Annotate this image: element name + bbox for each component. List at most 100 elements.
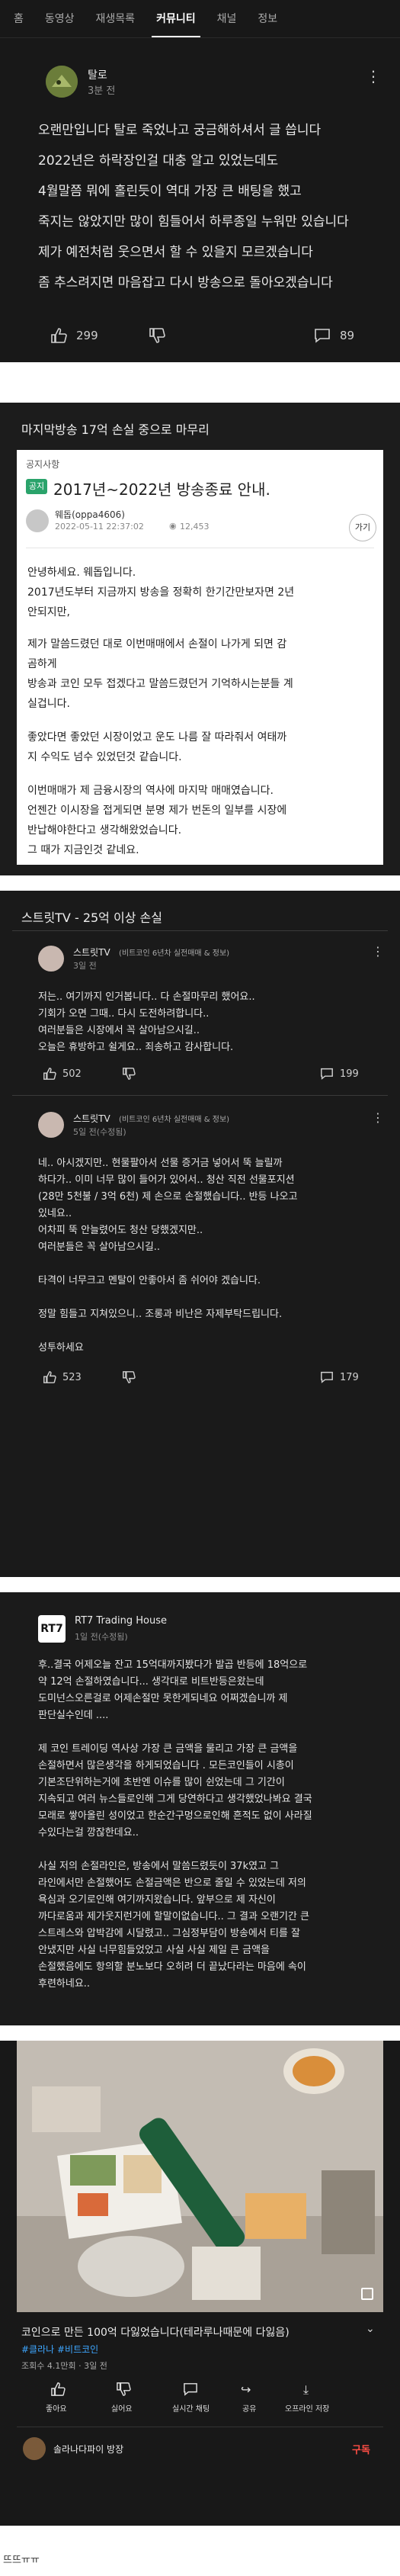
dislike-action[interactable] bbox=[122, 1068, 145, 1080]
thumbs-up-icon[interactable] bbox=[43, 1371, 56, 1383]
streettv-posts-card: 스트릿TV - 25억 이상 손실 스트릿TV (비트코인 6년차 실전매매 &… bbox=[0, 891, 400, 1577]
thumbs-down-icon[interactable] bbox=[116, 2382, 137, 2399]
avatar[interactable] bbox=[46, 66, 78, 98]
video-hashtags[interactable]: #클라나 #비트코인 bbox=[21, 2343, 98, 2356]
post-line: 모래로 쌓아올린 성이었고 한순간구멍으로인해 흔적도 없이 사라질 bbox=[38, 1810, 312, 1822]
tab-community[interactable]: 커뮤니티 bbox=[146, 0, 206, 37]
notice-line: 이번매매가 제 금융시장의 역사에 마지막 매매였습니다. bbox=[27, 785, 274, 797]
post-author[interactable]: RT7 Trading House bbox=[75, 1615, 167, 1627]
like-action[interactable]: 523 bbox=[43, 1371, 82, 1383]
post-author-sub: (비트코인 6년차 실전매매 & 정보) bbox=[119, 1116, 230, 1124]
post-line: 기본조단위하는거에 초반엔 이슈를 많이 쉰었는데 그 기간이 bbox=[38, 1777, 285, 1788]
video-title: 코인으로 만든 100억 다잃었습니다(테라루나때문에 다잃음) bbox=[21, 2327, 290, 2339]
post-time: 3분 전 bbox=[88, 85, 116, 97]
comment-icon[interactable] bbox=[320, 1371, 334, 1383]
community-post-card: 홈 동영상 재생목록 커뮤니티 채널 정보 탈로 3분 전 ⋮ 오랜만입니다 탈… bbox=[0, 0, 400, 362]
post-line: 약 12억 손절하였습니다... 생각대로 비트반등은왔는데 bbox=[38, 1676, 264, 1688]
notice-line: 반납해야한다고 생각해왔었습니다. bbox=[27, 824, 182, 837]
post-line: 후련하네요.. bbox=[38, 1978, 91, 1990]
post-time: 1일 전(수정됨) bbox=[75, 1632, 128, 1642]
post-line: 도미넌스오른걸로 어제손절만 못한게되네요 어쩌겠습니까 제 bbox=[38, 1693, 288, 1704]
comment-action[interactable]: 179 bbox=[320, 1371, 359, 1383]
more-options-icon[interactable]: ⋮ bbox=[372, 944, 384, 959]
dislike-label[interactable]: 싫어요 bbox=[111, 2402, 133, 2414]
like-count: 523 bbox=[62, 1371, 82, 1383]
like-action[interactable]: 299 bbox=[50, 328, 98, 343]
notice-line: 언젠간 이시장을 접게되면 분명 제가 번돈의 일부를 시장에 bbox=[27, 805, 287, 817]
video-thumbnail[interactable] bbox=[17, 2041, 383, 2312]
fullscreen-icon[interactable] bbox=[361, 2288, 373, 2300]
post-line: 2022년은 하락장인걸 대충 알고 있었는데도 bbox=[38, 153, 279, 169]
post-time: 5일 전(수정됨) bbox=[73, 1127, 126, 1137]
tab-channels[interactable]: 채널 bbox=[206, 0, 248, 37]
views-icon: ◉ bbox=[169, 521, 177, 531]
table-scene-illustration bbox=[17, 2041, 383, 2312]
post-line: 오늘은 휴방하고 쉴게요.. 죄송하고 감사합니다. bbox=[38, 1042, 234, 1053]
comment-icon[interactable] bbox=[314, 328, 331, 343]
post-line: 4월말쯤 뭐에 홀린듯이 역대 가장 큰 배팅을 했고 bbox=[38, 184, 302, 199]
comment-icon[interactable] bbox=[320, 1068, 334, 1080]
notice-line: 곰하게 bbox=[27, 658, 57, 670]
avatar[interactable] bbox=[23, 2437, 46, 2460]
post-line: 타격이 너무크고 멘탈이 안좋아서 좀 쉬어야 겠습니다. bbox=[38, 1275, 261, 1286]
dislike-action[interactable] bbox=[122, 1371, 145, 1383]
comment-action[interactable]: 89 bbox=[314, 328, 354, 343]
rt7-logo[interactable]: RT7 bbox=[38, 1615, 66, 1643]
post-author[interactable]: 스트릿TV bbox=[73, 1112, 110, 1125]
avatar[interactable] bbox=[26, 509, 49, 532]
post-line: 죽지는 않았지만 많이 힘들어서 하루종일 누워만 있습니다 bbox=[38, 214, 349, 230]
tab-home[interactable]: 홈 bbox=[3, 0, 34, 37]
post-line: 손절했음에도 항의할 분노보다 오히려 더 끝났다라는 마음에 속이 bbox=[38, 1961, 306, 1973]
channel-name[interactable]: 솔라나다파이 방장 bbox=[53, 2443, 123, 2456]
card-header: 마지막방송 17억 손실 중으로 마무리 bbox=[21, 422, 210, 437]
comment-action[interactable]: 199 bbox=[320, 1068, 359, 1080]
post-time: 3일 전 bbox=[73, 961, 97, 971]
notice-date: 2022-05-11 22:37:02 bbox=[55, 522, 144, 532]
notice-views: 12,453 bbox=[180, 522, 210, 532]
post-line: 있네요.. bbox=[38, 1208, 72, 1219]
more-options-icon[interactable]: ⋮ bbox=[372, 1110, 384, 1125]
post-line: 손절하면서 많은생각을 하게되었습니다 . 모든코인들이 시총이 bbox=[38, 1760, 294, 1771]
avatar[interactable] bbox=[38, 946, 64, 972]
thumbs-up-icon[interactable] bbox=[50, 328, 67, 343]
live-chat-label[interactable]: 실시간 채팅 bbox=[172, 2402, 210, 2414]
expand-icon[interactable]: ⌄ bbox=[366, 2323, 375, 2335]
share-icon[interactable]: ↪ bbox=[241, 2382, 262, 2399]
post-author[interactable]: 스트릿TV bbox=[73, 946, 110, 959]
thumbs-up-icon[interactable] bbox=[50, 2382, 72, 2399]
post-line: 저는.. 여기까지 인거봅니다.. 다 손절마무리 했어요.. bbox=[38, 991, 255, 1003]
notice-line: 좋았다면 좋았던 시장이었고 운도 나름 잘 따라줘서 여태까 bbox=[27, 731, 287, 744]
post-line: 제가 예전처럼 웃으면서 할 수 있을지 모르겠습니다 bbox=[38, 245, 313, 260]
footer-caption: 뜨뜨ㅠㅠ bbox=[3, 2555, 40, 2566]
thumbs-down-icon[interactable] bbox=[149, 328, 165, 343]
like-count: 502 bbox=[62, 1068, 82, 1080]
board-name[interactable]: 공지사항 bbox=[26, 458, 59, 471]
go-button[interactable]: 가기 bbox=[349, 514, 376, 541]
download-icon[interactable]: ⤓ bbox=[303, 2382, 325, 2399]
save-offline-label[interactable]: 오프라인 저장 bbox=[285, 2402, 329, 2414]
share-label[interactable]: 공유 bbox=[242, 2402, 256, 2414]
like-action[interactable]: 502 bbox=[43, 1068, 82, 1080]
tab-about[interactable]: 정보 bbox=[247, 0, 288, 37]
chat-icon[interactable] bbox=[183, 2382, 204, 2399]
rt7-post-card: RT7 RT7 Trading House 1일 전(수정됨) 후..결국 어제… bbox=[0, 1592, 400, 2025]
broadcast-end-notice-card: 마지막방송 17억 손실 중으로 마무리 공지사항 공지 2017년~2022년… bbox=[0, 403, 400, 875]
thumbs-down-icon[interactable] bbox=[122, 1371, 136, 1383]
post-line: (28만 5천불 / 3억 6천) 제 손으로 손절했습니다.. 반등 나오고 bbox=[38, 1191, 298, 1203]
subscribe-button[interactable]: 구독 bbox=[352, 2442, 370, 2456]
notice-author[interactable]: 웨돕(oppa4606) bbox=[55, 508, 125, 521]
dislike-action[interactable] bbox=[149, 328, 174, 343]
thumbs-up-icon[interactable] bbox=[43, 1068, 56, 1080]
post-line: 욕심과 오기로인해 여기까지왔습니다. 앞부으로 제 자신이 bbox=[38, 1894, 276, 1906]
post-line: 좀 추스려지면 마음잡고 다시 방송으로 돌아오겠습니다 bbox=[38, 275, 333, 291]
notice-line: 그 때가 지금인것 같네요. bbox=[27, 844, 139, 856]
thumbs-down-icon[interactable] bbox=[122, 1068, 136, 1080]
tab-videos[interactable]: 동영상 bbox=[34, 0, 85, 37]
avatar[interactable] bbox=[38, 1112, 64, 1138]
post-author[interactable]: 탈로 bbox=[88, 67, 107, 82]
tab-playlists[interactable]: 재생목록 bbox=[85, 0, 146, 37]
like-label[interactable]: 좋아요 bbox=[46, 2402, 67, 2414]
more-options-icon[interactable]: ⋮ bbox=[366, 67, 381, 85]
post-line: 사실 저의 손절라인은, 방송에서 말씀드렸듯이 37k였고 그 bbox=[38, 1861, 280, 1872]
notice-line: 제가 말씀드렸던 대로 이번매매에서 손절이 나가게 되면 감 bbox=[27, 638, 287, 650]
